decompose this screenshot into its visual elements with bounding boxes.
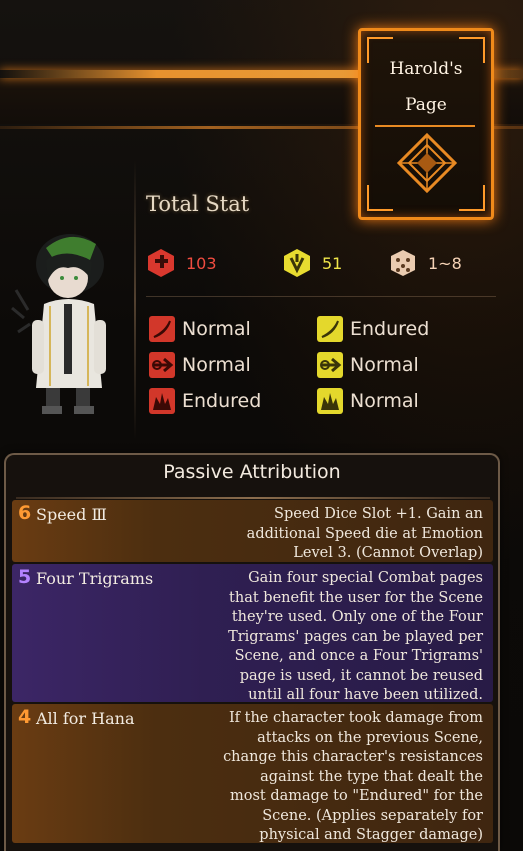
passive-name: All for Hana xyxy=(36,709,135,728)
passive-name: Speed Ⅲ xyxy=(36,505,107,524)
vertical-divider xyxy=(134,160,136,440)
slash-icon xyxy=(149,316,175,342)
resist-value: Normal xyxy=(182,318,251,340)
resist-value: Endured xyxy=(350,318,430,340)
physical-slash-resist: Normal xyxy=(148,314,251,344)
passive-description: Speed Dice Slot +1. Gain an additional S… xyxy=(246,506,483,561)
passive-cost: 4 xyxy=(18,706,32,728)
page-title-line1: Harold's xyxy=(389,59,463,79)
pierce-icon xyxy=(149,352,175,378)
stagger-stat: 51 xyxy=(282,248,342,278)
health-icon xyxy=(148,249,174,277)
stagger-slash-resist: Endured xyxy=(316,314,429,344)
page-title-line2: Page xyxy=(405,95,447,115)
hp-stat: 103 xyxy=(146,248,217,278)
passive-row-all-for-hana[interactable]: 4 All for Hana If the character took dam… xyxy=(12,704,493,843)
passive-cost: 5 xyxy=(18,566,32,588)
resist-value: Normal xyxy=(350,354,419,376)
stagger-pierce-resist: Normal xyxy=(316,350,419,380)
hp-value: 103 xyxy=(186,253,217,273)
stagger-resist-icon xyxy=(284,249,310,277)
speed-dice-icon xyxy=(391,250,415,276)
passive-description: Gain four special Combat pages that bene… xyxy=(228,570,483,703)
diamond-emblem-icon xyxy=(396,132,458,194)
page-title-rule xyxy=(375,125,475,127)
card-corner-ornament xyxy=(459,185,485,211)
blunt-icon xyxy=(149,388,175,414)
resist-value: Normal xyxy=(350,390,419,412)
passive-panel-title: Passive Attribution xyxy=(163,461,341,483)
speed-value: 1~8 xyxy=(428,253,462,273)
card-corner-ornament xyxy=(367,185,393,211)
passive-title-rule xyxy=(16,497,490,499)
resist-value: Endured xyxy=(182,390,262,412)
speed-stat: 1~8 xyxy=(388,248,462,278)
resist-value: Normal xyxy=(182,354,251,376)
passive-row-speed[interactable]: 6 Speed Ⅲ Speed Dice Slot +1. Gain an ad… xyxy=(12,500,493,562)
slash-icon xyxy=(317,316,343,342)
key-page-card[interactable]: Harold's Page xyxy=(358,28,494,220)
stagger-blunt-resist: Normal xyxy=(316,386,419,416)
character-portrait xyxy=(11,234,106,414)
passive-cost: 6 xyxy=(18,502,32,524)
stagger-value: 51 xyxy=(322,253,343,273)
physical-pierce-resist: Normal xyxy=(148,350,251,380)
passive-name: Four Trigrams xyxy=(36,569,154,588)
stats-divider xyxy=(146,296,496,297)
blunt-icon xyxy=(317,388,343,414)
physical-blunt-resist: Endured xyxy=(148,386,261,416)
total-stat-label: Total Stat xyxy=(146,192,250,216)
passive-row-four-trigrams[interactable]: 5 Four Trigrams Gain four special Combat… xyxy=(12,564,493,703)
passive-description: If the character took damage from attack… xyxy=(223,710,483,843)
page-title: Harold's Page xyxy=(361,51,491,123)
pierce-icon xyxy=(317,352,343,378)
